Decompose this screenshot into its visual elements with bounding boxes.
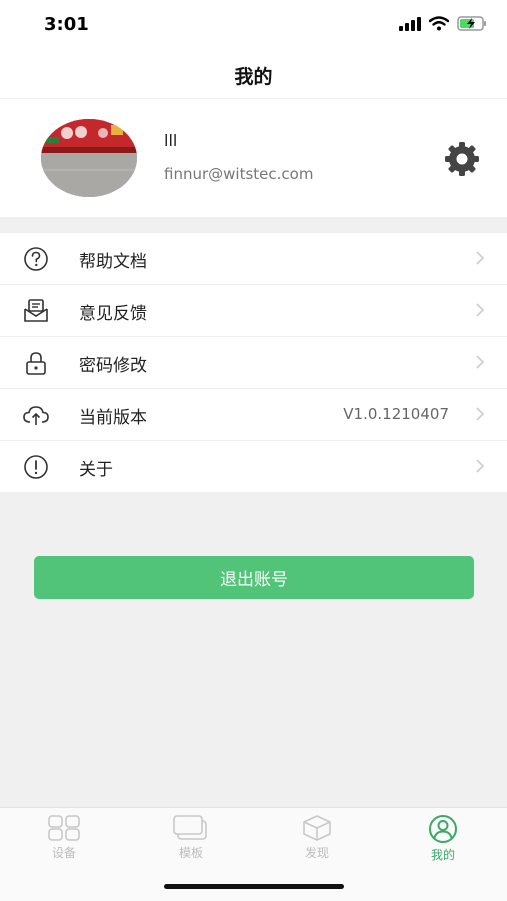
user-name: lll [164, 131, 178, 150]
wifi-icon [429, 16, 449, 31]
version-value: V1.0.1210407 [343, 405, 449, 423]
tab-label: 模板 [178, 846, 203, 860]
status-time: 3:01 [44, 14, 89, 35]
tab-label: 我的 [430, 848, 455, 862]
menu-item-label: 关于 [79, 460, 113, 480]
home-indicator[interactable] [164, 884, 344, 889]
menu-item-version[interactable]: 当前版本 V1.0.1210407 [0, 389, 507, 441]
user-circle-icon [429, 815, 457, 843]
menu-item-label: 密码修改 [79, 356, 147, 376]
avatar-photo [41, 119, 137, 197]
menu-item-help[interactable]: 帮助文档 [0, 233, 507, 285]
menu-item-label: 当前版本 [79, 408, 147, 428]
tab-templates[interactable]: 模板 [151, 814, 231, 866]
settings-menu: 帮助文档 意见反馈 密码修改 当前版本 V1.0.1210407 关于 [0, 233, 507, 492]
menu-item-label: 意见反馈 [79, 304, 147, 324]
user-email: finnur@witstec.com [164, 165, 314, 183]
help-circle-icon [24, 247, 48, 271]
chevron-right-icon [476, 459, 485, 473]
tab-label: 设备 [51, 846, 76, 860]
menu-item-about[interactable]: 关于 [0, 441, 507, 492]
cards-icon [173, 815, 207, 840]
settings-button[interactable] [442, 139, 482, 179]
gear-icon [445, 142, 479, 176]
nav-bar: 我的 [0, 50, 507, 99]
chevron-right-icon [476, 251, 485, 265]
profile-card[interactable]: lll finnur@witstec.com [0, 99, 507, 217]
tab-label: 发现 [304, 846, 329, 860]
logout-button[interactable]: 退出账号 [34, 556, 474, 599]
info-circle-icon [24, 455, 48, 479]
tab-mine[interactable]: 我的 [403, 814, 483, 866]
battery-charging-icon [457, 16, 486, 31]
grid-icon [48, 815, 80, 841]
menu-item-feedback[interactable]: 意见反馈 [0, 285, 507, 337]
tab-devices[interactable]: 设备 [24, 814, 104, 866]
avatar[interactable] [41, 119, 137, 197]
feedback-envelope-icon [24, 299, 48, 322]
lock-icon [26, 352, 46, 375]
signal-icon [399, 16, 421, 31]
menu-item-password[interactable]: 密码修改 [0, 337, 507, 389]
menu-item-label: 帮助文档 [79, 252, 147, 272]
page-title: 我的 [234, 66, 273, 88]
chevron-right-icon [476, 303, 485, 317]
cube-icon [303, 815, 331, 841]
status-bar: 3:01 [0, 0, 507, 50]
chevron-right-icon [476, 407, 485, 421]
status-icons [399, 16, 487, 31]
cloud-upload-icon [23, 406, 49, 425]
tab-discover[interactable]: 发现 [277, 814, 357, 866]
chevron-right-icon [476, 355, 485, 369]
